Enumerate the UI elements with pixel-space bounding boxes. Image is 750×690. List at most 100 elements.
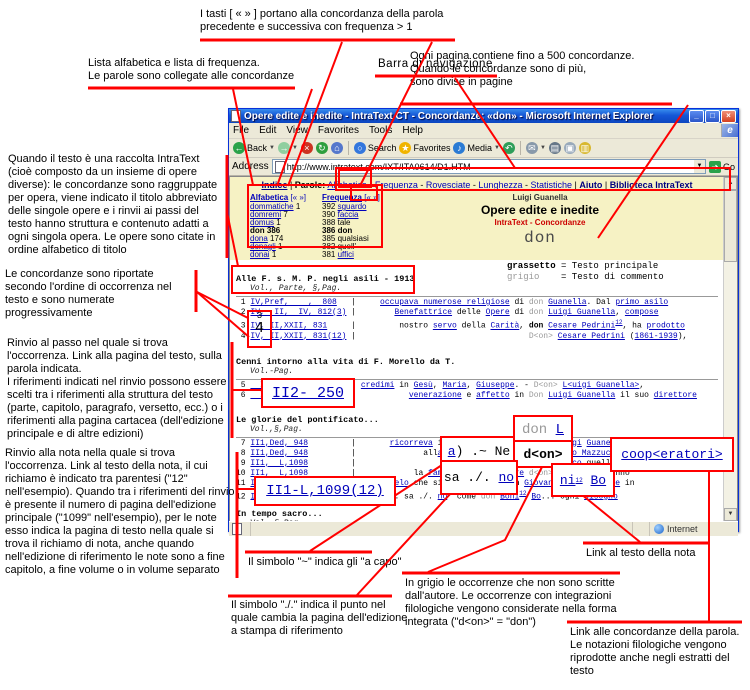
scroll-thumb[interactable]	[724, 190, 737, 262]
media-caret-icon[interactable]: ▼	[494, 145, 500, 151]
separator: |	[346, 308, 360, 317]
text-span: ) .~ Ne	[456, 444, 511, 459]
text-link[interactable]: servo	[433, 322, 457, 331]
forward-button[interactable]: →▼	[278, 142, 298, 154]
home-button[interactable]: ⌂	[331, 142, 343, 154]
print-button[interactable]: ▤	[549, 142, 561, 154]
text-span: ,	[519, 322, 529, 331]
text-link[interactable]: Cesare Pedrini	[558, 332, 625, 341]
list-item[interactable]: donai 1	[250, 251, 312, 259]
forward-caret-icon[interactable]: ▼	[292, 145, 298, 151]
window-title: Opere edite e inedite - IntraText CT - C…	[244, 111, 688, 122]
word[interactable]: uffici	[338, 250, 354, 259]
close-button[interactable]: ×	[721, 110, 736, 123]
stop-button[interactable]: ×	[301, 142, 313, 154]
text-link[interactable]: coop<eratori>	[621, 447, 722, 462]
text-link[interactable]: direttore	[654, 391, 697, 400]
edit-button[interactable]: ▣	[564, 142, 576, 154]
menu-view[interactable]: View	[286, 125, 308, 136]
text-span: D<on>	[529, 332, 553, 341]
text-link[interactable]: ricorreva	[390, 439, 433, 448]
text-span: delle	[452, 308, 486, 317]
back-icon: ←	[233, 142, 245, 154]
text-span: 12	[615, 319, 622, 326]
text-link[interactable]: a	[448, 444, 456, 459]
passage-reference-link[interactable]: II1, L,1098	[250, 459, 308, 468]
text-link[interactable]: Luigi Guanella	[548, 308, 615, 317]
text-link[interactable]: prodotto	[647, 322, 685, 331]
section-title: Cenni intorno alla vita di F. Morello da…	[236, 357, 718, 367]
text-link[interactable]: credimi	[361, 381, 395, 390]
callout-note-ref[interactable]: II1-L,1099(12)	[254, 476, 396, 506]
maximize-button[interactable]: □	[705, 110, 720, 123]
text-link[interactable]: 1861-1939	[635, 332, 678, 341]
menu-help[interactable]: Help	[402, 125, 423, 136]
callout-passage-ref[interactable]: II2- 250	[261, 378, 355, 408]
text-link[interactable]: venerazione	[409, 391, 462, 400]
text-link[interactable]: Cesare Pedrini	[548, 322, 615, 331]
text-link[interactable]: II2- 250	[272, 385, 344, 402]
text-link[interactable]: Giuseppe	[476, 381, 514, 390]
section-ref-format: Vol.,§,Pag.	[236, 425, 718, 435]
menu-favorites[interactable]: Favorites	[318, 125, 359, 136]
text-link[interactable]: occupava numerose religiose	[380, 298, 510, 307]
work-header: Luigi Guanella Opere edite e inedite Int…	[430, 193, 650, 227]
text-link[interactable]: Guanella	[548, 298, 586, 307]
text-link[interactable]: Opere	[486, 308, 510, 317]
passage-reference-link[interactable]: II1,Ded, 948	[250, 449, 308, 458]
text-span: di	[510, 298, 529, 307]
title-bar[interactable]: Opere edite e inedite - IntraText CT - C…	[229, 109, 738, 123]
list-item[interactable]: 381 uffici	[322, 251, 384, 259]
text-link[interactable]: II1-L,1099(12)	[266, 483, 384, 499]
text-span: il suo	[615, 391, 653, 400]
back-button[interactable]: ←Back▼	[233, 142, 275, 154]
text-link[interactable]: L<uigi Guanella>	[563, 381, 640, 390]
text-link[interactable]: primo asilo	[615, 298, 668, 307]
section-title: In tempo sacro...	[236, 509, 718, 519]
history-button[interactable]: ↶	[503, 142, 515, 154]
address-label: Address	[232, 161, 269, 172]
mail-button[interactable]: ✉▼	[526, 142, 546, 154]
text-span: di	[510, 308, 529, 317]
search-button[interactable]: ○Search	[354, 142, 397, 154]
text-link[interactable]: Bo	[531, 492, 541, 501]
callout-row-numbers: 34	[247, 310, 272, 348]
menu-edit[interactable]: Edit	[259, 125, 276, 136]
text-link[interactable]: L	[556, 422, 564, 438]
minimize-button[interactable]: _	[689, 110, 704, 123]
text-link[interactable]: compose	[625, 308, 659, 317]
text-link[interactable]: ni	[560, 473, 576, 488]
menu-file[interactable]: File	[233, 125, 249, 136]
text-link[interactable]: Bo	[591, 473, 607, 488]
work-title: Opere edite e inedite	[430, 203, 650, 217]
text-link[interactable]: Gesù	[414, 381, 433, 390]
passage-reference-link[interactable]: IV,Pref, , 808	[250, 298, 336, 307]
media-button[interactable]: ♪Media▼	[453, 142, 499, 154]
text-span: (	[625, 332, 635, 341]
callout-note-number[interactable]: ni12 Bo	[551, 463, 615, 497]
scroll-down-icon[interactable]: ▼	[724, 508, 737, 521]
word[interactable]: donai	[250, 250, 270, 259]
favorites-button[interactable]: ★Favorites	[399, 142, 450, 154]
separator: |	[346, 332, 360, 341]
passage-reference-link[interactable]: II1,Ded, 948	[250, 439, 308, 448]
notes-button[interactable]: ▥	[579, 142, 591, 154]
text-link[interactable]: no	[499, 470, 515, 485]
intratext-subtitle: IntraText - Concordanze	[430, 218, 650, 227]
text-span: 4	[249, 321, 270, 336]
back-caret-icon[interactable]: ▼	[269, 145, 275, 151]
text-link[interactable]: Benefattrice	[394, 308, 452, 317]
annotation-word-concordance-link: Link alle concordanze della parola. Le n…	[570, 626, 748, 678]
text-link[interactable]: Maria	[442, 381, 466, 390]
text-link[interactable]: Luigi Guanella	[548, 391, 615, 400]
text-link[interactable]: Carità	[490, 322, 519, 331]
menu-tools[interactable]: Tools	[369, 125, 392, 136]
refresh-button[interactable]: ↻	[316, 142, 328, 154]
row-number: 11	[236, 479, 250, 488]
history-icon: ↶	[503, 142, 515, 154]
mail-caret-icon[interactable]: ▼	[540, 145, 546, 151]
row-number: 8	[236, 449, 250, 458]
callout-cooperatori[interactable]: coop<eratori>	[610, 437, 734, 472]
text-span: della	[457, 322, 491, 331]
text-link[interactable]: affetto	[476, 391, 510, 400]
